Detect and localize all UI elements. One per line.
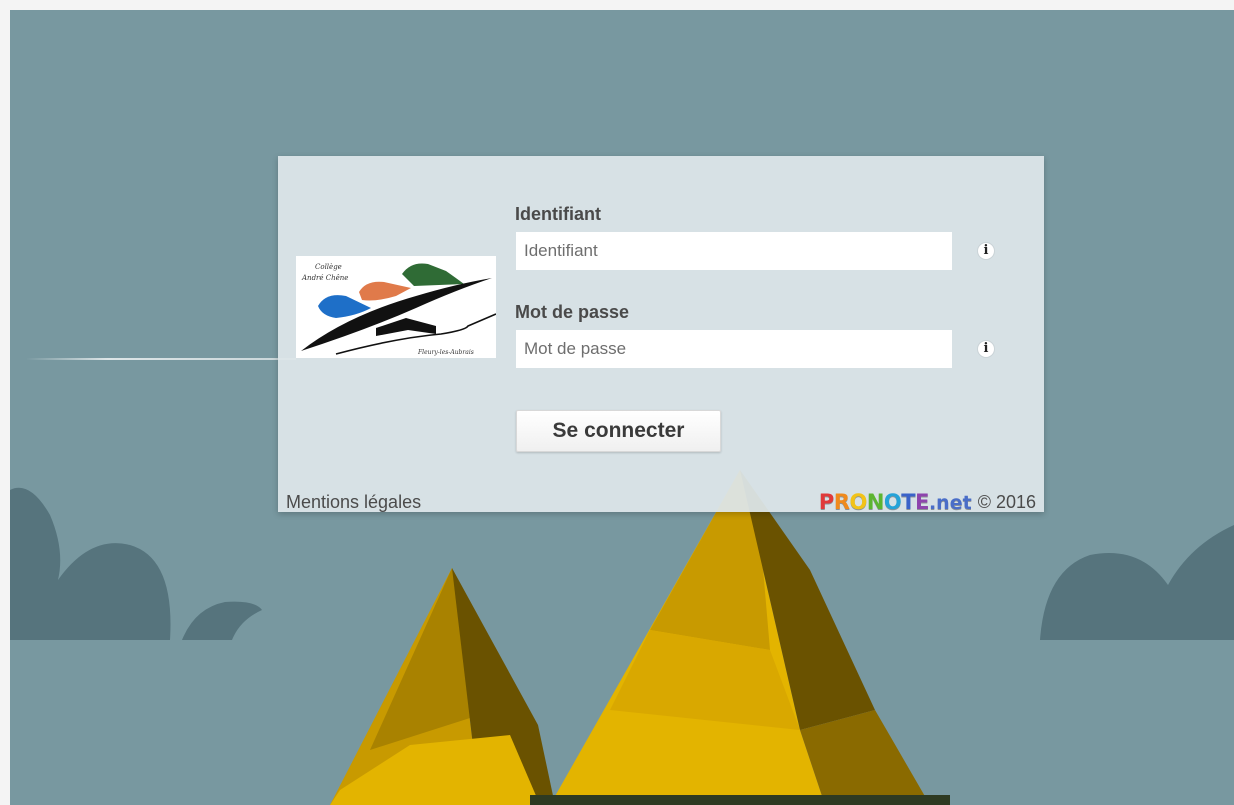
pronote-logo-suffix: .net (928, 492, 972, 514)
horizon-line (26, 358, 296, 360)
logo-green-shape (402, 263, 464, 286)
pronote-logo-letter: E (915, 490, 929, 514)
pronote-logo[interactable]: PRONOTE .net (819, 490, 972, 514)
identifiant-label: Identifiant (515, 204, 601, 224)
pronote-logo-letter: T (901, 490, 916, 514)
copyright-text: © 2016 (977, 491, 1036, 512)
logo-line1: Collège (315, 263, 342, 271)
bush-left-small (182, 601, 262, 640)
pronote-logo-letter: O (883, 490, 902, 514)
bush-left (10, 487, 171, 640)
school-logo: Collège André Chêne Fleury-les-Aubrais (296, 256, 497, 358)
ground (530, 795, 950, 805)
school-logo-graphic: Collège André Chêne Fleury-les-Aubrais (301, 263, 497, 356)
password-label: Mot de passe (515, 302, 630, 322)
bush-right (1040, 525, 1234, 640)
brand-footer: PRONOTE .net © 2016 (819, 489, 1036, 515)
pronote-logo-letter: R (833, 490, 850, 514)
pronote-logo-letter: N (866, 490, 885, 514)
pronote-logo-letters: PRONOTE (818, 490, 930, 514)
login-panel: Collège André Chêne Fleury-les-Aubrais I… (278, 156, 1044, 515)
logo-line2: André Chêne (301, 274, 348, 282)
password-input[interactable] (516, 330, 952, 368)
identifiant-input[interactable] (516, 232, 952, 270)
pronote-logo-letter: O (849, 490, 867, 514)
background-scene: Collège André Chêne Fleury-les-Aubrais I… (10, 10, 1234, 805)
connect-button[interactable]: Se connecter (516, 410, 721, 452)
info-icon[interactable]: i (978, 341, 994, 357)
legal-notices-link[interactable]: Mentions légales (286, 492, 421, 513)
pronote-logo-letter: P (818, 490, 834, 514)
logo-town: Fleury-les-Aubrais (417, 349, 474, 356)
logo-orange-shape (359, 281, 411, 301)
info-icon[interactable]: i (978, 243, 994, 259)
